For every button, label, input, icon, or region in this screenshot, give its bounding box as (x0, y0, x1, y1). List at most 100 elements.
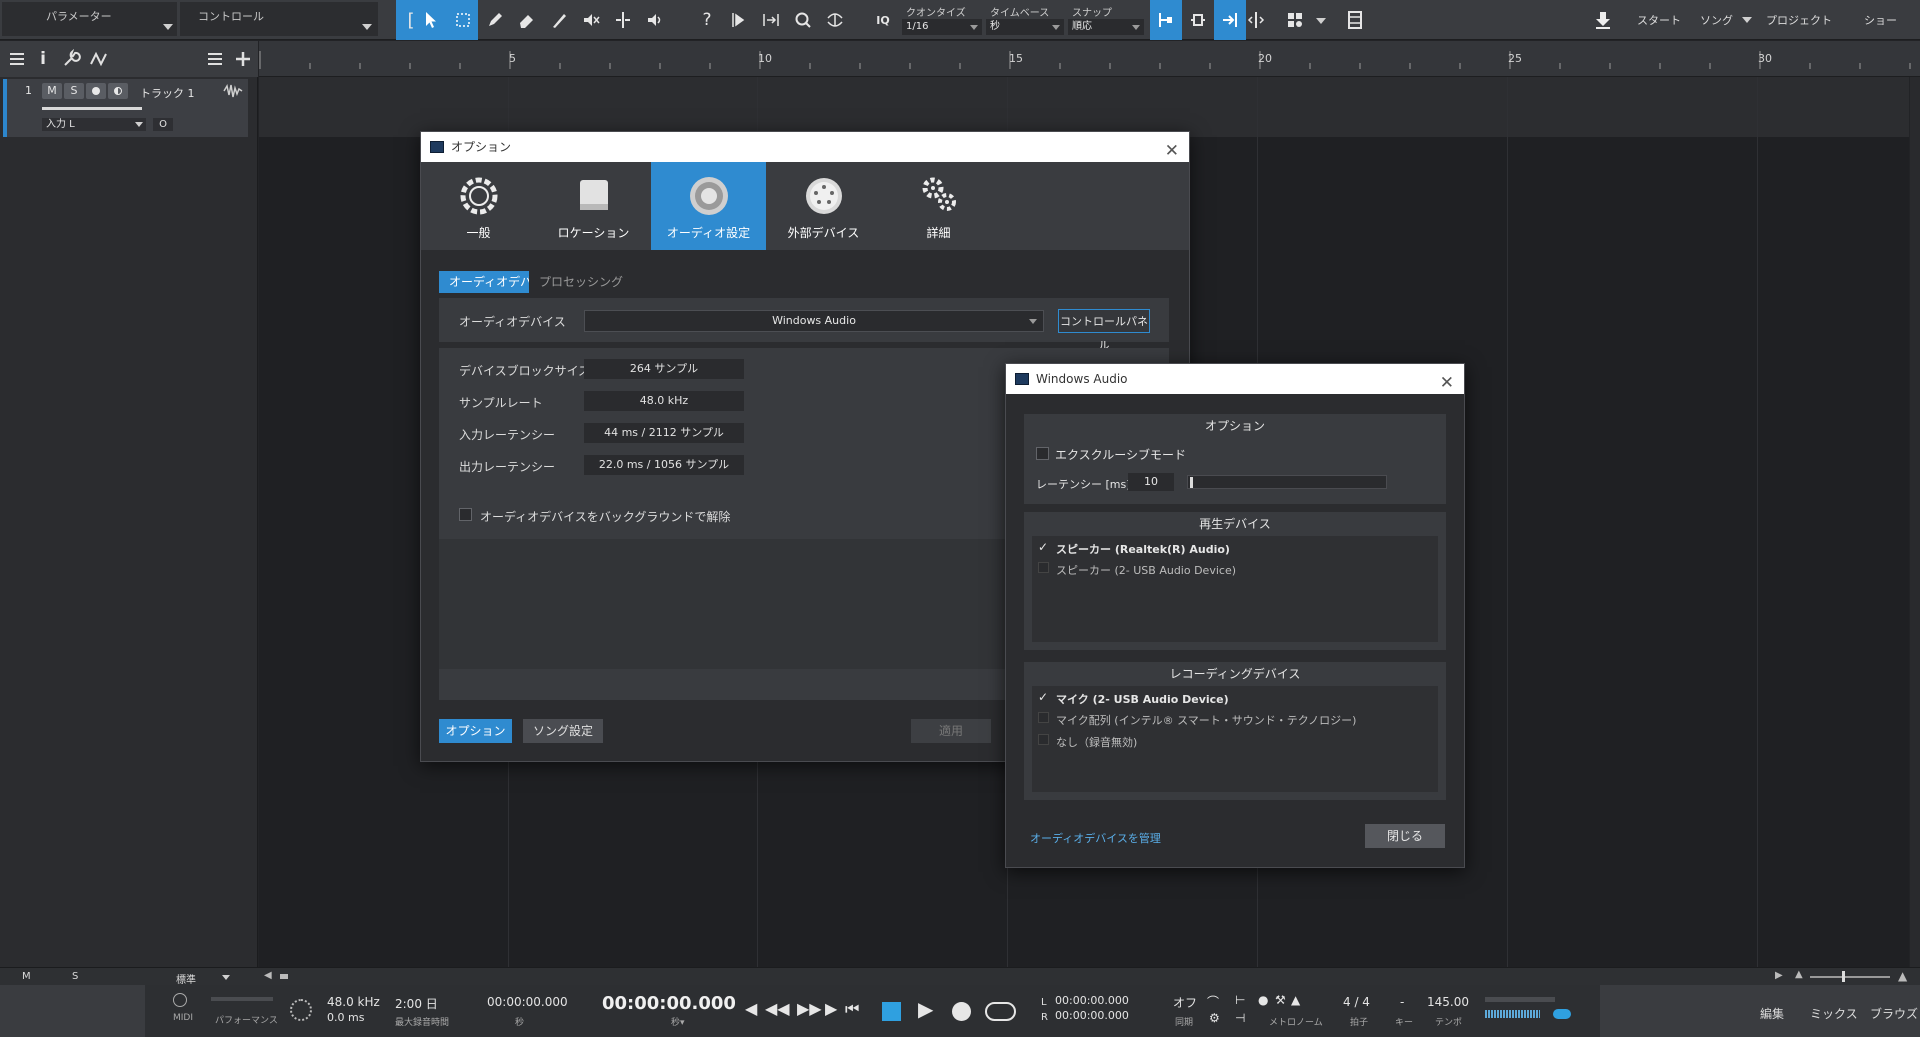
tempo-value[interactable]: 145.00 (1427, 995, 1469, 1009)
snap-events-icon[interactable] (1185, 6, 1211, 34)
search-zoom-icon[interactable] (790, 6, 816, 34)
sync-value[interactable]: オフ (1173, 994, 1197, 1011)
track-volume-slider[interactable] (42, 107, 142, 110)
recording-device-item[interactable]: マイク配列 (インテル® スマート・サウンド・テクノロジー) (1056, 712, 1356, 728)
track-monitor-toggle[interactable]: O (153, 118, 173, 131)
nav-project[interactable]: プロジェクト (1766, 12, 1832, 28)
manage-audio-devices-link[interactable]: オーディオデバイスを管理 (1030, 830, 1161, 846)
background-release-checkbox[interactable] (459, 508, 472, 521)
nav-mix[interactable]: ミックス (1810, 1005, 1858, 1022)
primary-time-unit[interactable]: 秒▾ (671, 1015, 685, 1028)
slip-tool-icon[interactable] (726, 6, 752, 34)
close-icon[interactable]: ✕ (1440, 368, 1454, 398)
download-arrow-icon[interactable] (1590, 6, 1616, 34)
automation-icon[interactable] (86, 45, 112, 73)
exclusive-mode-checkbox[interactable] (1036, 447, 1049, 460)
snap-to-cursor-icon[interactable] (1217, 6, 1243, 34)
info-icon[interactable]: i (30, 45, 56, 73)
timebase-select[interactable]: 秒 (986, 19, 1064, 35)
list-options-icon[interactable] (202, 45, 228, 73)
primary-time-display[interactable]: 00:00:00.000 (602, 993, 736, 1014)
zoom-out-icon[interactable]: ▲ (1795, 969, 1803, 980)
recording-device-item[interactable]: なし（録音無効) (1056, 734, 1137, 750)
track-input-select[interactable]: 入力 L (42, 118, 146, 131)
film-strip-icon[interactable] (1342, 6, 1368, 34)
skip-to-end-icon[interactable]: ⏮ (845, 999, 859, 1019)
add-track-icon[interactable] (230, 45, 256, 73)
rewind-icon[interactable]: ◀◀ (765, 999, 790, 1018)
windows-audio-title-bar[interactable]: Windows Audio ✕ (1006, 364, 1464, 394)
bottom-solo-label[interactable]: S (72, 971, 78, 982)
track-row[interactable]: 1 M S トラック 1 入力 L O (3, 79, 248, 137)
track-monitor-button[interactable] (108, 83, 128, 99)
latency-slider[interactable] (1187, 475, 1387, 489)
control-dropdown[interactable]: コントロール (180, 2, 378, 36)
nav-browse[interactable]: ブラウズ (1870, 1005, 1918, 1022)
timeline-ruler[interactable]: 5 10 15 20 25 30 (259, 41, 1920, 77)
forward-end-icon[interactable]: ▶ (825, 999, 837, 1018)
playback-device-checkbox[interactable] (1038, 562, 1049, 573)
nav-show[interactable]: ショー (1864, 12, 1897, 28)
gear-icon[interactable]: ⚙ (1209, 1011, 1220, 1025)
key-value[interactable]: - (1400, 995, 1404, 1009)
bottom-standard-label[interactable]: 標準 (176, 971, 196, 986)
track-name[interactable]: トラック 1 (140, 85, 195, 101)
iq-icon[interactable]: IQ (870, 6, 896, 34)
punch-icon[interactable]: ⊢ (1235, 993, 1245, 1007)
loop-left-value[interactable]: 00:00:00.000 (1055, 994, 1129, 1007)
arrange-track-lane[interactable] (259, 77, 1909, 137)
pencil-tool-icon[interactable] (482, 6, 508, 34)
cursor-follow-icon[interactable] (1243, 6, 1269, 34)
options-title-bar[interactable]: オプション ✕ (421, 132, 1189, 162)
playback-device-item[interactable]: スピーカー (Realtek(R) Audio) (1056, 541, 1230, 557)
quantize-select[interactable]: 1/16 (902, 19, 982, 35)
eraser-tool-icon[interactable] (514, 6, 540, 34)
arrow-tool-icon[interactable] (418, 6, 444, 34)
chevron-down-icon[interactable] (1316, 18, 1326, 24)
punch-range-icon[interactable]: ⊣ (1235, 1011, 1245, 1025)
metronome-dot-icon[interactable]: ● (1258, 993, 1268, 1007)
zoom-in-icon[interactable]: ▲ (1898, 969, 1907, 983)
paint-tool-icon[interactable] (546, 6, 572, 34)
latency-input[interactable]: 10 (1128, 473, 1174, 491)
vertical-scrollbar[interactable] (1910, 77, 1920, 967)
listen-tool-icon[interactable] (642, 6, 668, 34)
loop-right-value[interactable]: 00:00:00.000 (1055, 1009, 1129, 1022)
options-footer-button[interactable]: オプション (439, 719, 512, 743)
song-settings-button[interactable]: ソング設定 (523, 719, 603, 743)
close-button[interactable]: 閉じる (1365, 824, 1445, 848)
track-list-menu-icon[interactable] (4, 45, 30, 73)
wrench-icon[interactable] (58, 45, 84, 73)
play-icon[interactable]: ▶ (918, 997, 933, 1021)
control-panel-button[interactable]: コントロールパネル (1058, 309, 1150, 352)
zoom-slider-thumb[interactable] (1842, 971, 1845, 982)
subtab-processing[interactable]: プロセッシング (529, 271, 634, 293)
time-signature-value[interactable]: 4 / 4 (1343, 995, 1370, 1009)
metronome-wrench-icon[interactable]: ⚒ (1275, 993, 1286, 1007)
recording-device-checkbox[interactable] (1038, 712, 1049, 723)
nav-song[interactable]: ソング (1700, 12, 1733, 28)
tab-general[interactable]: 一般 (421, 162, 536, 250)
recording-device-checkbox[interactable] (1038, 734, 1049, 745)
tab-external-devices[interactable]: 外部デバイス (766, 162, 881, 250)
apply-button[interactable]: 適用 (911, 719, 991, 743)
parameter-dropdown[interactable]: パラメーター (2, 2, 177, 36)
recording-device-item[interactable]: マイク (2- USB Audio Device) (1056, 691, 1229, 707)
tab-audio-settings[interactable]: オーディオ設定 (651, 162, 766, 250)
chevron-down-icon[interactable] (1742, 17, 1752, 23)
mute-tool-icon[interactable] (578, 6, 604, 34)
latency-slider-thumb[interactable] (1190, 477, 1193, 488)
grid-view-icon[interactable] (1282, 6, 1308, 34)
scroll-left-arrow-icon[interactable]: ◀ (264, 970, 272, 981)
playback-device-item[interactable]: スピーカー (2- USB Audio Device) (1056, 562, 1236, 578)
record-icon[interactable] (952, 1002, 971, 1021)
tab-advanced[interactable]: 詳細 (881, 162, 996, 250)
precount-icon[interactable]: ⌒ (1207, 993, 1219, 1010)
nav-start[interactable]: スタート (1637, 12, 1681, 28)
split-tool-icon[interactable] (610, 6, 636, 34)
snap-to-grid-icon[interactable] (1153, 6, 1179, 34)
bottom-mute-label[interactable]: M (22, 971, 31, 982)
loop-icon[interactable] (985, 1002, 1016, 1021)
chevron-down-icon[interactable] (222, 975, 230, 980)
scroll-right-arrow-icon[interactable]: ▶ (1775, 970, 1783, 981)
